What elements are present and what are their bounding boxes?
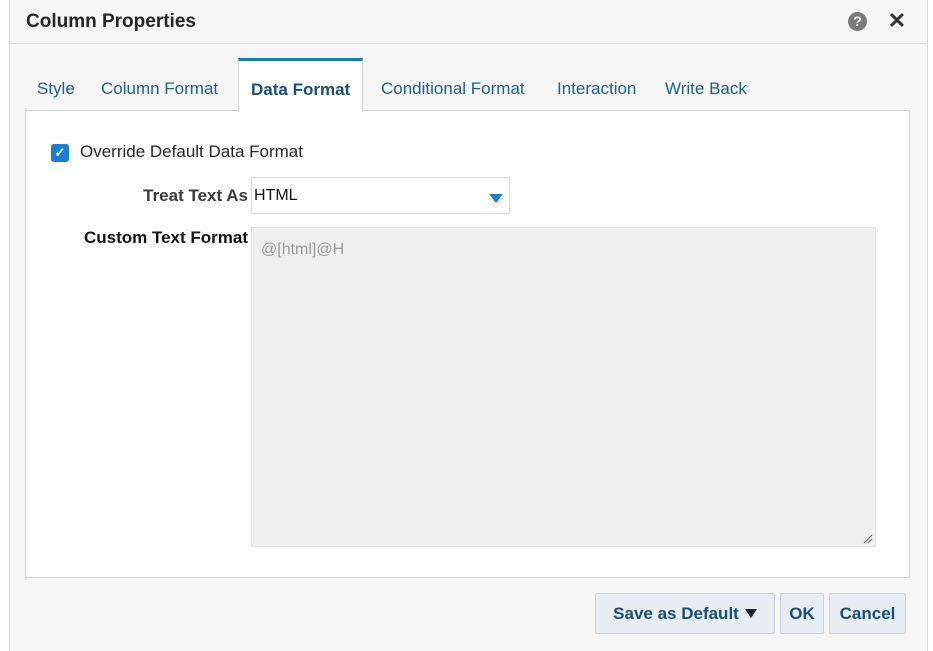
- column-properties-dialog: Column Properties ? ✕ Style Column Forma…: [9, 0, 928, 651]
- override-checkbox[interactable]: ✓: [51, 144, 69, 162]
- dropdown-caret-icon[interactable]: [489, 194, 503, 203]
- dialog-title: Column Properties: [26, 11, 196, 32]
- data-format-panel: ✓ Override Default Data Format Treat Tex…: [25, 110, 910, 578]
- custom-text-format-label: Custom Text Format: [83, 228, 248, 247]
- custom-text-format-textarea[interactable]: @[html]@H: [251, 227, 876, 547]
- dialog-header: Column Properties ? ✕: [10, 0, 927, 44]
- tab-data-format[interactable]: Data Format: [238, 58, 364, 112]
- save-as-default-label: Save as Default: [613, 604, 739, 623]
- treat-text-as-label: Treat Text As: [143, 186, 248, 205]
- help-icon[interactable]: ?: [848, 12, 867, 31]
- tab-interaction[interactable]: Interaction: [557, 58, 636, 110]
- treat-text-as-select[interactable]: HTML: [251, 177, 510, 214]
- custom-text-format-value: @[html]@H: [261, 241, 345, 258]
- tab-write-back[interactable]: Write Back: [665, 58, 747, 110]
- tab-bar: Style Column Format Data Format Conditio…: [10, 58, 927, 112]
- tab-conditional-format[interactable]: Conditional Format: [381, 58, 525, 110]
- caret-down-icon: [744, 609, 757, 619]
- override-checkbox-label[interactable]: Override Default Data Format: [80, 142, 303, 162]
- treat-text-as-value: HTML: [254, 187, 298, 204]
- close-icon[interactable]: ✕: [885, 7, 909, 35]
- save-as-default-button[interactable]: Save as Default: [595, 593, 775, 634]
- cancel-button[interactable]: Cancel: [829, 593, 906, 634]
- ok-button[interactable]: OK: [780, 593, 824, 634]
- tab-style[interactable]: Style: [37, 58, 75, 110]
- resize-grip-icon[interactable]: [862, 533, 873, 544]
- tab-column-format[interactable]: Column Format: [101, 58, 218, 110]
